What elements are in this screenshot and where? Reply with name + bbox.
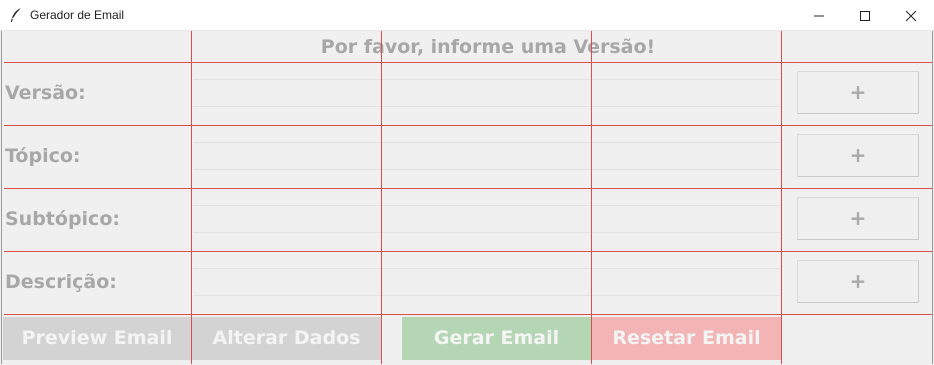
add-topico-button[interactable]: + [797,134,919,177]
main-form: Por favor, informe uma Versão! Versão: +… [1,31,933,364]
grid-line [4,62,932,63]
title-bar: Gerador de Email [0,0,934,31]
add-subtopico-button[interactable]: + [797,197,919,240]
label-descricao: Descrição: [5,271,117,293]
add-versao-button[interactable]: + [797,71,919,114]
grid-line [4,125,932,126]
topico-field[interactable] [193,142,782,170]
label-topico: Tópico: [5,145,81,167]
maximize-button[interactable] [842,0,888,31]
preview-email-button[interactable]: Preview Email [3,317,191,360]
maximize-icon [860,11,870,21]
descricao-field[interactable] [193,268,782,296]
subtopico-field[interactable] [193,205,782,233]
feather-icon [11,7,22,22]
add-descricao-button[interactable]: + [797,260,919,303]
versao-field[interactable] [193,79,782,107]
gerar-email-button[interactable]: Gerar Email [402,317,591,360]
resetar-email-button[interactable]: Resetar Email [592,317,781,360]
status-heading: Por favor, informe uma Versão! [320,36,656,58]
label-versao: Versão: [5,82,86,104]
close-button[interactable] [888,0,934,31]
window-title: Gerador de Email [30,8,125,22]
grid-line [4,251,932,252]
minimize-button[interactable] [796,0,842,31]
grid-line [4,314,932,315]
alterar-dados-button[interactable]: Alterar Dados [192,317,381,360]
grid-line [4,188,932,189]
label-subtopico: Subtópico: [5,208,120,230]
minimize-icon [814,15,824,17]
close-icon [905,10,917,22]
